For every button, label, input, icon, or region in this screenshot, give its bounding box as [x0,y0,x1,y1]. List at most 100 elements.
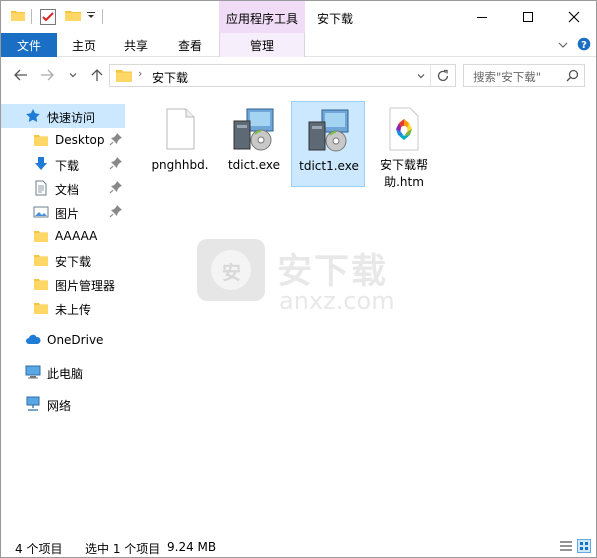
picture-icon [33,206,49,218]
large-icons-view-icon[interactable] [577,539,591,553]
file-name-line-1: 安下载帮 [379,158,428,172]
file-name: pnghhbd. [151,158,209,172]
file-item[interactable]: pnghhbd. [143,101,217,187]
customize-toolbar-icon[interactable] [86,8,96,26]
html-file-icon [389,107,419,151]
file-name: 安下载帮 助.htm [367,157,441,191]
maximize-icon [523,12,533,22]
close-button[interactable] [551,1,596,33]
title-bar: 应用程序工具 安下载 [1,1,596,33]
nav-quick-access[interactable]: 快速访问 [1,104,125,128]
explorer-window: 应用程序工具 安下载 文件 主页 共享 查看 管理 ? › 安下载 搜索"安下载… [0,0,597,558]
status-selected: 选中 1 个项目 [85,542,161,556]
chevron-down-icon [69,73,77,78]
up-arrow-icon [91,69,103,81]
pin-icon[interactable] [109,156,123,170]
breadcrumb-segment[interactable]: 安下载 [152,69,188,86]
svg-text:?: ? [581,40,587,51]
maximize-button[interactable] [505,1,551,33]
pin-icon[interactable] [109,204,123,218]
watermark: 安 安下载 anxz.com [189,237,409,327]
minimize-icon [477,17,487,18]
pin-icon[interactable] [109,180,123,194]
contextual-tab-group: 应用程序工具 [219,1,305,33]
minimize-button[interactable] [459,1,505,33]
nav-network[interactable]: 网络 [1,392,125,416]
search-icon[interactable] [566,69,579,82]
nav-label: 快速访问 [47,111,96,125]
properties-icon[interactable] [39,8,59,26]
nav-label: 此电脑 [47,367,84,381]
address-row: › 安下载 搜索"安下载" [1,57,596,93]
nav-item-desktop[interactable]: Desktop [1,128,125,152]
file-item-selected[interactable]: tdict1.exe [291,101,365,187]
file-item[interactable]: 安下载帮 助.htm [367,101,441,189]
nav-label: Desktop [55,133,105,147]
recent-locations-button[interactable] [65,67,81,83]
address-bar[interactable]: › 安下载 [109,64,456,87]
search-box[interactable]: 搜索"安下载" [463,64,585,87]
nav-item-documents[interactable]: 文档 [1,176,125,200]
toolbar-separator [31,9,32,24]
new-folder-icon[interactable] [65,8,81,26]
tab-view[interactable]: 查看 [167,33,213,57]
status-size: 9.24 MB [167,540,217,554]
expand-ribbon-icon[interactable] [557,38,569,52]
forward-arrow-icon [41,69,54,81]
toolbar-separator [102,9,103,24]
folder-icon [34,135,48,146]
status-item-count: 4 个项目 [15,542,63,556]
nav-item-anxiazai[interactable]: 安下载 [1,248,125,272]
details-view-icon[interactable] [559,539,573,553]
back-arrow-icon [14,69,27,81]
search-input[interactable]: 搜索"安下载" [473,69,541,85]
nav-onedrive[interactable]: OneDrive [1,328,125,352]
document-icon [35,180,47,196]
nav-label: OneDrive [47,333,104,347]
file-name: tdict.exe [227,158,281,172]
folder-icon [34,255,48,266]
file-name: tdict1.exe [299,159,359,173]
nav-label: 图片 [55,207,80,221]
pin-icon[interactable] [109,132,123,146]
file-list: 安 安下载 anxz.com pnghhbd. tdict.exe tdict1… [129,97,596,530]
folder-icon[interactable] [11,8,25,26]
nav-item-not-uploaded[interactable]: 未上传 [1,296,125,320]
status-bar: 4 个项目 选中 1 个项目 9.24 MB [1,535,596,557]
folder-icon [34,303,48,314]
download-arrow-icon [35,157,47,170]
tab-home[interactable]: 主页 [61,33,107,57]
navigation-pane: 快速访问 Desktop 下载 文档 图片 AAAAA 安下载 图片管理器 未上… [1,97,129,530]
star-icon [26,109,40,122]
installer-icon [233,108,274,151]
address-divider [430,65,431,86]
breadcrumb-separator-icon[interactable]: › [138,67,142,80]
folder-icon [34,231,48,242]
nav-item-aaaaa[interactable]: AAAAA [1,224,125,248]
tab-file[interactable]: 文件 [1,33,57,57]
watermark-domain: anxz.com [279,287,395,315]
back-button[interactable] [13,67,29,83]
nav-label: 网络 [47,399,72,413]
nav-label: 安下载 [55,255,92,269]
folder-icon [116,70,132,82]
blank-file-icon [166,108,195,150]
nav-item-downloads[interactable]: 下载 [1,152,125,176]
file-item[interactable]: tdict.exe [217,101,291,187]
help-icon[interactable]: ? [577,37,591,51]
folder-icon [34,279,48,290]
tab-share[interactable]: 共享 [113,33,159,57]
nav-label: AAAAA [55,229,98,243]
up-button[interactable] [89,67,105,83]
watermark-badge: 安 [222,262,242,284]
nav-item-picture-manager[interactable]: 图片管理器 [1,272,125,296]
address-dropdown-icon[interactable] [416,71,426,81]
refresh-icon[interactable] [436,69,450,83]
tab-manage[interactable]: 管理 [219,33,305,57]
forward-button[interactable] [39,67,55,83]
file-name-line-2: 助.htm [384,175,424,189]
nav-label: 未上传 [55,303,92,317]
nav-this-pc[interactable]: 此电脑 [1,360,125,384]
nav-item-pictures[interactable]: 图片 [1,200,125,224]
installer-icon [308,109,349,152]
